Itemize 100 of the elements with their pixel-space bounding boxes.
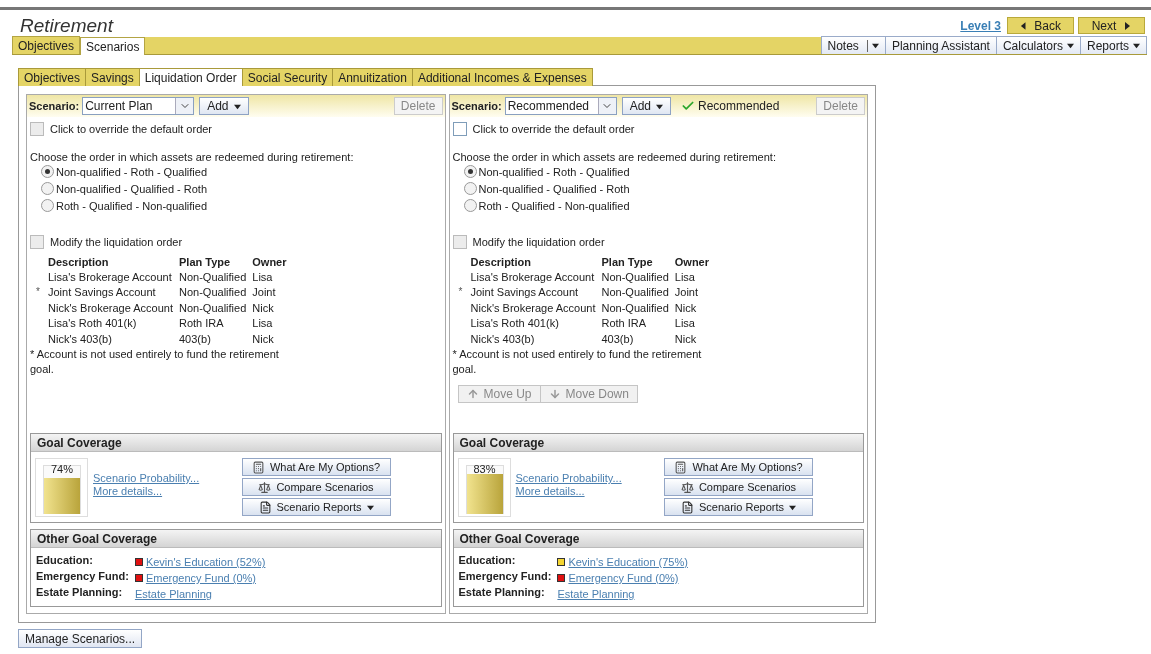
goal-action-button[interactable]: Scenario Reports bbox=[241, 498, 391, 516]
caret-left-icon bbox=[1020, 21, 1028, 30]
goal-action-button[interactable]: Compare Scenarios bbox=[241, 478, 391, 496]
table-cell-text: Non-Qualified bbox=[179, 269, 248, 285]
radio-button[interactable] bbox=[463, 182, 477, 195]
goal-action-button[interactable]: Compare Scenarios bbox=[664, 478, 813, 496]
main-tab[interactable]: Objectives bbox=[12, 36, 81, 54]
goal-action-button[interactable]: Scenario Reports bbox=[664, 498, 813, 516]
scenario-label: Scenario: bbox=[451, 100, 502, 112]
table-cell: Roth IRA bbox=[601, 315, 675, 331]
toolbar-button[interactable]: Reports bbox=[1079, 36, 1147, 54]
arrow-down-icon bbox=[548, 387, 561, 400]
radio-label: Roth - Qualified - Non-qualified bbox=[56, 199, 208, 212]
level-link[interactable]: Level 3 bbox=[960, 18, 1001, 33]
scenario-select[interactable]: Current Plan bbox=[82, 97, 195, 115]
table-cell: Joint Savings Account bbox=[48, 284, 179, 300]
manage-scenarios-button[interactable]: Manage Scenarios... bbox=[18, 629, 143, 648]
goal-action-button[interactable]: What Are My Options? bbox=[664, 458, 813, 476]
table-cell-text: Joint bbox=[674, 285, 699, 300]
table-cell-text: Nick bbox=[674, 300, 698, 316]
table-cell-text: Lisa bbox=[252, 316, 274, 331]
table-cell-text: Non-Qualified bbox=[179, 300, 248, 316]
table-cell: Nick's 403(b) bbox=[470, 331, 602, 347]
table-cell-text: Roth IRA bbox=[179, 316, 225, 331]
scenario-select[interactable]: Recommended bbox=[504, 97, 617, 115]
radio-button[interactable] bbox=[41, 165, 54, 178]
caret-icon bbox=[1133, 42, 1140, 49]
calculator-icon bbox=[674, 460, 688, 474]
sub-tab[interactable]: Social Security bbox=[241, 68, 334, 86]
table-cell-text: Nick bbox=[252, 331, 275, 347]
goal-label: Education: bbox=[36, 554, 94, 568]
toolbar-button[interactable]: Notes bbox=[820, 36, 886, 54]
scenario-label: Scenario: bbox=[29, 100, 80, 112]
scales-icon bbox=[680, 480, 694, 494]
document-icon bbox=[681, 500, 694, 514]
coverage-percent: 74% bbox=[50, 463, 74, 475]
radio-button[interactable] bbox=[41, 182, 54, 195]
goal-label: Emergency Fund: bbox=[458, 570, 552, 584]
section-title: Other Goal Coverage bbox=[453, 530, 863, 548]
caret-icon bbox=[789, 503, 796, 511]
goal-label: Estate Planning: bbox=[36, 586, 124, 600]
radio-label: Non-qualified - Qualified - Roth bbox=[478, 182, 630, 195]
goal-action-button[interactable]: What Are My Options? bbox=[241, 458, 391, 476]
radio-button[interactable] bbox=[463, 165, 477, 178]
document-icon bbox=[258, 500, 272, 514]
main-tab[interactable]: Scenarios bbox=[80, 37, 146, 55]
table-cell-text: Lisa bbox=[252, 269, 274, 285]
back-button[interactable]: Back bbox=[1007, 17, 1074, 34]
radio-label: Roth - Qualified - Non-qualified bbox=[478, 199, 630, 212]
details-link[interactable]: More details... bbox=[515, 485, 622, 497]
table-cell: Joint Savings Account bbox=[470, 284, 602, 300]
table-cell: Non-Qualified bbox=[179, 284, 253, 300]
add-button[interactable]: Add bbox=[621, 97, 671, 115]
section-title: Goal Coverage bbox=[31, 434, 441, 452]
goal-link[interactable]: Kevin's Education (75%) bbox=[568, 556, 688, 568]
radio-button[interactable] bbox=[41, 199, 54, 212]
footnote: * Account is not used entirely to fund the retirement goal. bbox=[452, 346, 703, 377]
column-header: Plan Type bbox=[601, 254, 675, 269]
radio-button[interactable] bbox=[463, 199, 477, 212]
details-link[interactable]: More details... bbox=[93, 485, 200, 497]
table-cell: Lisa's Roth 401(k) bbox=[48, 315, 179, 331]
table-cell-text: Joint bbox=[252, 285, 277, 300]
order-prompt: Choose the order in which assets are redeemed during retirement: bbox=[452, 151, 777, 163]
footnote-marker: * bbox=[36, 285, 40, 297]
radio-label: Non-qualified - Roth - Qualified bbox=[56, 165, 208, 178]
sub-tab[interactable]: Annuitization bbox=[332, 68, 413, 86]
table-cell-text: Lisa bbox=[674, 316, 696, 331]
scales-icon bbox=[258, 480, 272, 494]
checkbox-label: Modify the liquidation order bbox=[472, 236, 605, 248]
table-cell: Non-Qualified bbox=[601, 300, 675, 316]
footnote: * Account is not used entirely to fund the retirement goal. bbox=[30, 346, 280, 377]
column-header: Owner bbox=[252, 254, 288, 269]
details-link[interactable]: Scenario Probability... bbox=[515, 472, 622, 484]
sub-tab[interactable]: Liquidation Order bbox=[138, 68, 243, 86]
goal-link[interactable]: Emergency Fund (0%) bbox=[568, 572, 679, 584]
goal-link[interactable]: Estate Planning bbox=[134, 588, 212, 600]
section-title: Goal Coverage bbox=[453, 434, 863, 452]
table-cell-text: Nick bbox=[674, 331, 698, 347]
sub-tab[interactable]: Objectives bbox=[18, 68, 87, 86]
table-cell-text: 403(b) bbox=[179, 331, 212, 347]
table-cell: Nick's Brokerage Account bbox=[48, 300, 179, 316]
toolbar-button[interactable]: Calculators bbox=[995, 36, 1081, 54]
add-button[interactable]: Add bbox=[199, 97, 249, 115]
arrow-up-icon bbox=[466, 387, 479, 400]
sub-tab[interactable]: Savings bbox=[85, 68, 140, 86]
caret-icon bbox=[366, 503, 374, 511]
next-button[interactable]: Next bbox=[1078, 17, 1145, 34]
table-cell: Non-Qualified bbox=[601, 284, 675, 300]
goal-link[interactable]: Emergency Fund (0%) bbox=[145, 572, 256, 584]
table-cell: Lisa's Brokerage Account bbox=[470, 269, 602, 285]
sub-tab[interactable]: Additional Incomes & Expenses bbox=[411, 68, 593, 86]
checkbox-label: Modify the liquidation order bbox=[50, 236, 183, 248]
goal-link[interactable]: Estate Planning bbox=[557, 588, 635, 600]
toolbar-button[interactable]: Planning Assistant bbox=[884, 36, 997, 54]
details-link[interactable]: Scenario Probability... bbox=[93, 472, 200, 484]
radio-label: Non-qualified - Qualified - Roth bbox=[56, 182, 208, 195]
override-checkbox[interactable] bbox=[452, 122, 467, 136]
table-cell-text: Nick bbox=[252, 300, 275, 316]
goal-link[interactable]: Kevin's Education (52%) bbox=[145, 556, 266, 568]
checkbox-label: Click to override the default order bbox=[50, 123, 213, 135]
